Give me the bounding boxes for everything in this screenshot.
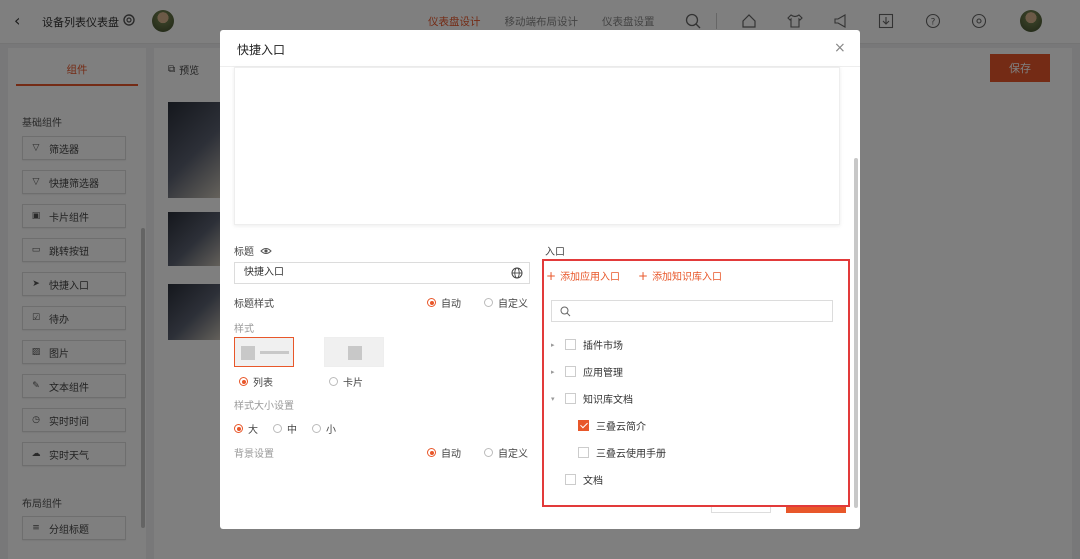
close-icon[interactable]: × (834, 40, 846, 56)
card-thumb (348, 346, 362, 360)
radio-label: 自动 (441, 449, 461, 460)
background-label: 背景设置 (234, 449, 274, 460)
tree-item-kb-docs[interactable]: ▾ 知识库文档 (551, 391, 633, 406)
radio-label: 列表 (253, 378, 273, 389)
title-input[interactable]: 快捷入口 (234, 262, 530, 284)
checkbox[interactable] (565, 339, 576, 350)
style-card-radio[interactable]: 卡片 (329, 374, 363, 389)
tree-label: 插件市场 (583, 341, 623, 352)
caret-right-icon[interactable]: ▸ (551, 368, 565, 376)
entry-highlight-frame (542, 259, 850, 507)
tree-item-plugin-market[interactable]: ▸ 插件市场 (551, 337, 623, 352)
bg-auto-radio[interactable]: 自动 (427, 445, 461, 460)
checkbox[interactable] (565, 474, 576, 485)
radio-dot (329, 377, 338, 386)
size-label: 样式大小设置 (234, 401, 294, 412)
checkbox[interactable] (565, 366, 576, 377)
add-app-label: 添加应用入口 (560, 272, 621, 283)
size-large-radio[interactable]: 大 (234, 421, 258, 436)
checkbox-checked[interactable] (578, 420, 589, 431)
style-label: 样式 (234, 324, 254, 335)
radio-label: 自定义 (498, 299, 528, 310)
plus-icon: + (546, 268, 557, 283)
checkbox[interactable] (565, 393, 576, 404)
title-style-label: 标题样式 (234, 299, 274, 310)
plus-icon: + (638, 268, 649, 283)
tree-label: 三叠云使用手册 (596, 449, 666, 460)
search-icon (560, 306, 571, 317)
radio-dot (239, 377, 248, 386)
style-list-radio[interactable]: 列表 (239, 374, 273, 389)
caret-right-icon[interactable]: ▸ (551, 341, 565, 349)
add-knowledge-entry-link[interactable]: + 添加知识库入口 (638, 268, 723, 284)
globe-icon[interactable] (511, 267, 523, 279)
radio-label: 自定义 (498, 449, 528, 460)
tree-item-docs[interactable]: 文档 (565, 472, 603, 487)
entry-label: 入口 (545, 247, 565, 258)
radio-label: 自动 (441, 299, 461, 310)
tree-item-intro[interactable]: 三叠云简介 (578, 418, 646, 433)
title-input-value: 快捷入口 (244, 267, 284, 278)
radio-dot (273, 424, 282, 433)
dialog-scrollbar[interactable] (854, 158, 858, 508)
style-list-card[interactable] (234, 337, 294, 367)
radio-dot (234, 424, 243, 433)
title-label: 标题 (234, 247, 254, 258)
radio-dot (427, 448, 436, 457)
radio-label: 中 (287, 425, 297, 436)
style-card-card[interactable] (324, 337, 384, 367)
tree-label: 知识库文档 (583, 395, 633, 406)
title-field-label: 标题 (234, 243, 272, 258)
tree-label: 三叠云简介 (596, 422, 646, 433)
widget-preview (234, 67, 840, 225)
radio-dot (484, 448, 493, 457)
caret-down-icon[interactable]: ▾ (551, 395, 565, 403)
title-style-auto-radio[interactable]: 自动 (427, 295, 461, 310)
dialog-title: 快捷入口 (237, 43, 286, 57)
radio-label: 小 (326, 425, 336, 436)
radio-label: 卡片 (343, 378, 363, 389)
tree-label: 应用管理 (583, 368, 623, 379)
size-medium-radio[interactable]: 中 (273, 421, 297, 436)
size-small-radio[interactable]: 小 (312, 421, 336, 436)
list-thumb (241, 346, 255, 360)
entry-search-input[interactable] (551, 300, 833, 322)
add-app-entry-link[interactable]: + 添加应用入口 (546, 268, 621, 284)
quick-entry-dialog: 快捷入口 × 标题 快捷入口 标题样式 自动 自定义 样式 列表 卡片 样式大小… (220, 30, 860, 529)
eye-icon[interactable] (260, 246, 272, 256)
bg-custom-radio[interactable]: 自定义 (484, 445, 528, 460)
radio-dot (312, 424, 321, 433)
tree-item-manual[interactable]: 三叠云使用手册 (578, 445, 666, 460)
radio-dot (484, 298, 493, 307)
tree-item-app-management[interactable]: ▸ 应用管理 (551, 364, 623, 379)
checkbox[interactable] (578, 447, 589, 458)
tree-label: 文档 (583, 476, 603, 487)
add-kb-label: 添加知识库入口 (652, 272, 723, 283)
list-line (260, 351, 289, 354)
radio-dot (427, 298, 436, 307)
title-style-custom-radio[interactable]: 自定义 (484, 295, 528, 310)
radio-label: 大 (248, 425, 258, 436)
